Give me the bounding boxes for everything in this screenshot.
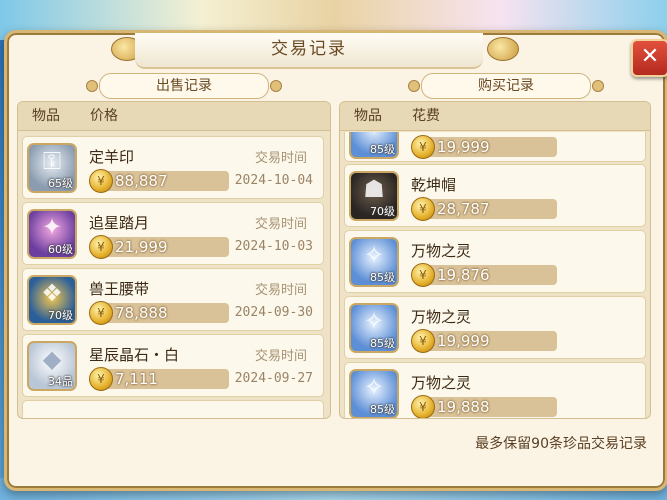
sell-record-row[interactable]: ✦ 60级 追星踏月 ¥21,999 交易时间 2024-10-03 — [22, 202, 324, 265]
trade-date: 2024-10-03 — [234, 239, 313, 254]
price: 19,999 — [437, 138, 490, 156]
seal-icon: ⚿ 65级 — [27, 143, 77, 193]
coin-icon: ¥ — [89, 169, 113, 193]
boots-icon: ✦ 60级 — [27, 209, 77, 259]
buy-records-header: 购买记录 — [408, 73, 604, 99]
coin-icon: ¥ — [89, 367, 113, 391]
title-ornament-right-icon — [487, 37, 519, 61]
coin-icon: ¥ — [89, 235, 113, 259]
buy-records-panel: 物品 花费 ✧85级 ¥19,999 ☗70级 乾坤帽 ¥28,787 ✧85级… — [339, 101, 651, 419]
sell-col-price: 价格 — [90, 108, 118, 124]
spirit-icon: ✧85级 — [349, 303, 399, 353]
item-name: 万物之灵 — [411, 374, 472, 392]
buy-record-row[interactable]: ✧ 85级 万物之灵 ¥19,888 — [344, 362, 646, 418]
price-bar: ¥21,999 — [89, 235, 229, 259]
price: 19,999 — [437, 332, 490, 350]
price-bar: ¥19,876 — [411, 263, 557, 287]
trade-date: 2024-09-30 — [234, 305, 313, 320]
belt-icon: ❖ 70级 — [27, 275, 77, 325]
trade-time-label: 交易时间 — [254, 349, 307, 364]
close-button[interactable]: ✕ — [631, 39, 667, 77]
sell-record-row[interactable]: ◆ 34品 星辰晶石・白 ¥7,111 交易时间 2024-09-27 — [22, 334, 324, 397]
price-bar: ¥28,787 — [411, 197, 557, 221]
coin-icon: ¥ — [411, 197, 435, 221]
price-bar: ¥88,887 — [89, 169, 229, 193]
buy-col-item: 物品 — [354, 108, 382, 124]
price: 7,111 — [115, 370, 158, 388]
sell-record-row[interactable]: ❖ 70级 兽王腰带 ¥78,888 交易时间 2024-09-30 — [22, 268, 324, 331]
coin-icon: ¥ — [411, 329, 435, 353]
trade-time-label: 交易时间 — [254, 283, 307, 298]
item-name: 定羊印 — [89, 148, 135, 166]
coin-icon: ¥ — [89, 301, 113, 325]
item-name: 万物之灵 — [411, 308, 472, 326]
sell-record-row-partial — [22, 400, 324, 418]
item-name: 星辰晶石・白 — [89, 346, 180, 364]
item-name: 乾坤帽 — [411, 176, 457, 194]
trade-date: 2024-09-27 — [234, 371, 313, 386]
price-bar: ¥19,888 — [411, 395, 557, 418]
buy-record-row[interactable]: ✧ 85级 万物之灵 ¥19,999 — [344, 296, 646, 359]
trade-time-label: 交易时间 — [254, 217, 307, 232]
sell-records-panel: 物品 价格 ⚿ 65级 定羊印 ¥88,887 交易时间 2024-10-04 ✦… — [17, 101, 331, 419]
buy-column-header: 物品 花费 — [340, 102, 650, 131]
crystal-icon: ◆ 34品 — [27, 341, 77, 391]
dialog-title: 交易记录 — [135, 33, 483, 69]
price-bar: ¥19,999 — [411, 135, 557, 159]
buy-record-row[interactable]: ✧ 85级 万物之灵 ¥19,876 — [344, 230, 646, 293]
hat-icon: ☗ 70级 — [349, 171, 399, 221]
coin-icon: ¥ — [411, 263, 435, 287]
price: 78,888 — [115, 304, 168, 322]
coin-icon: ¥ — [411, 135, 435, 159]
sell-col-item: 物品 — [32, 108, 60, 124]
price: 19,876 — [437, 266, 490, 284]
sell-records-header: 出售记录 — [86, 73, 282, 99]
spirit-icon: ✧85级 — [349, 237, 399, 287]
price: 88,887 — [115, 172, 168, 190]
price: 28,787 — [437, 200, 490, 218]
item-name: 追星踏月 — [89, 214, 150, 232]
item-name: 兽王腰带 — [89, 280, 150, 298]
buy-col-cost: 花费 — [412, 108, 440, 124]
trade-time-label: 交易时间 — [254, 151, 307, 166]
trade-date: 2024-10-04 — [234, 173, 313, 188]
footer-note: 最多保留90条珍品交易记录 — [475, 436, 647, 452]
price-bar: ¥19,999 — [411, 329, 557, 353]
price-bar: ¥7,111 — [89, 367, 229, 391]
price: 21,999 — [115, 238, 168, 256]
sell-record-row[interactable]: ⚿ 65级 定羊印 ¥88,887 交易时间 2024-10-04 — [22, 136, 324, 199]
sell-column-header: 物品 价格 — [18, 102, 330, 131]
item-name: 万物之灵 — [411, 242, 472, 260]
price: 19,888 — [437, 398, 490, 416]
buy-record-row[interactable]: ☗ 70级 乾坤帽 ¥28,787 — [344, 164, 646, 227]
price-bar: ¥78,888 — [89, 301, 229, 325]
coin-icon: ¥ — [411, 395, 435, 418]
spirit-icon: ✧85级 — [349, 369, 399, 418]
trade-record-dialog: 交易记录 ✕ 出售记录 物品 价格 ⚿ 65级 定羊印 ¥88,887 交易时间 … — [4, 30, 667, 491]
